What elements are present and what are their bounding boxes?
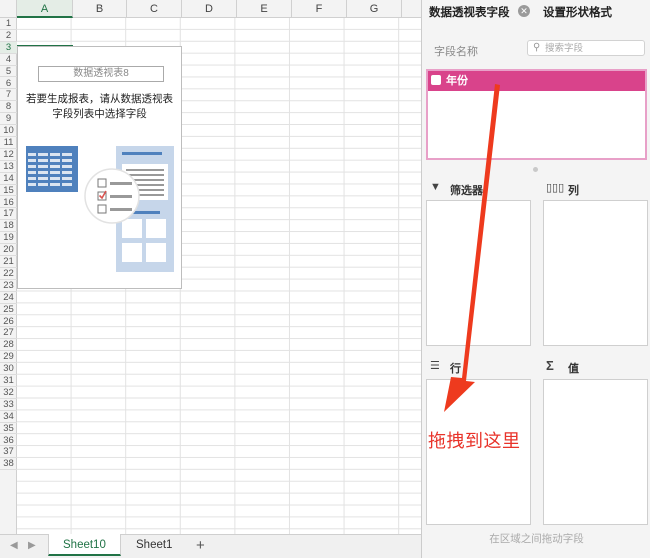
row-header-13[interactable]: 13: [0, 161, 17, 173]
field-checkbox[interactable]: [431, 75, 441, 85]
select-all-corner[interactable]: [0, 0, 17, 18]
row-header-34[interactable]: 34: [0, 411, 17, 423]
add-sheet-button[interactable]: +: [196, 536, 205, 556]
scroll-tabs-left-icon[interactable]: ◀: [10, 540, 18, 551]
column-header-e[interactable]: E: [237, 0, 292, 18]
field-list[interactable]: 年份: [426, 69, 647, 160]
pivot-table-placeholder[interactable]: 数据透视表8 若要生成报表，请从数据透视表字段列表中选择字段: [17, 46, 182, 289]
columns-icon: ▯▯▯: [546, 182, 565, 194]
row-header-15[interactable]: 15: [0, 185, 17, 197]
field-item-year[interactable]: 年份: [428, 71, 645, 91]
columns-drop-area[interactable]: [543, 200, 648, 346]
row-header-12[interactable]: 12: [0, 149, 17, 161]
rows-area-label: 行: [450, 363, 461, 375]
sheet-tab-sheet1[interactable]: Sheet1: [122, 534, 186, 556]
spreadsheet[interactable]: A B C D E F G 1 2 3 4 5 6 7 8 9 10 11 12 13 14 15 16 17 1…: [0, 0, 421, 558]
filter-icon: ▼: [430, 181, 441, 193]
row-header-20[interactable]: 20: [0, 244, 17, 256]
tab-format-shape[interactable]: 设置形状格式: [543, 4, 612, 20]
pivot-illustration-icon: [26, 146, 174, 272]
row-header-29[interactable]: 29: [0, 351, 17, 364]
row-header-38[interactable]: 38: [0, 458, 17, 471]
row-header-6[interactable]: 6: [0, 78, 17, 90]
pivot-table-name: 数据透视表8: [38, 66, 164, 82]
row-header-24[interactable]: 24: [0, 292, 17, 304]
values-drop-area[interactable]: [543, 379, 648, 525]
row-header-bar: 1 2 3 4 5 6 7 8 9 10 11 12 13 14 15 16 17 18 19 20 21 22 23 24 2…: [0, 18, 17, 534]
row-header-16[interactable]: 16: [0, 197, 17, 209]
filters-drop-area[interactable]: [426, 200, 531, 346]
tab-pivot-fields[interactable]: 数据透视表字段: [429, 4, 510, 20]
row-header-7[interactable]: 7: [0, 89, 17, 102]
column-header-bar: A B C D E F G: [17, 0, 421, 18]
columns-area-label: 列: [568, 185, 579, 197]
row-header-26[interactable]: 26: [0, 316, 17, 328]
row-header-30[interactable]: 30: [0, 363, 17, 375]
search-icon: ⚲: [533, 42, 541, 53]
search-input[interactable]: [545, 42, 640, 54]
row-header-14[interactable]: 14: [0, 173, 17, 185]
field-name-label: 字段名称: [434, 46, 478, 58]
panel-footer-hint: 在区域之间拖动字段: [489, 533, 584, 545]
column-header-a[interactable]: A: [17, 0, 73, 18]
row-header-19[interactable]: 19: [0, 232, 17, 245]
close-icon[interactable]: ✕: [518, 5, 530, 17]
row-header-18[interactable]: 18: [0, 220, 17, 233]
annotation-text: 拖拽到这里: [428, 431, 521, 452]
row-header-27[interactable]: 27: [0, 327, 17, 340]
row-header-9[interactable]: 9: [0, 113, 17, 126]
search-box[interactable]: ⚲: [527, 40, 645, 56]
sheet-tab-bar: ◀ ▶ Sheet10 Sheet1 +: [0, 534, 421, 558]
column-header-f[interactable]: F: [292, 0, 347, 18]
row-header-21[interactable]: 21: [0, 256, 17, 268]
row-header-37[interactable]: 37: [0, 446, 17, 459]
filters-area-label: 筛选器: [450, 185, 483, 197]
sum-icon: Σ: [546, 358, 554, 373]
row-header-4[interactable]: 4: [0, 54, 17, 66]
scroll-tabs-right-icon[interactable]: ▶: [28, 540, 36, 551]
row-header-17[interactable]: 17: [0, 208, 17, 221]
pivot-fields-panel: 数据透视表字段 ✕ 设置形状格式 字段名称 ⚲ 年份 ▼ 筛选器 ▯▯▯ 列 ☰…: [421, 0, 650, 558]
column-header-b[interactable]: B: [73, 0, 127, 18]
column-header-g[interactable]: G: [347, 0, 402, 18]
row-header-35[interactable]: 35: [0, 423, 17, 435]
splitter-handle[interactable]: [533, 167, 538, 172]
row-header-11[interactable]: 11: [0, 137, 17, 149]
row-header-3[interactable]: 3: [0, 41, 17, 54]
row-header-33[interactable]: 33: [0, 399, 17, 411]
column-header-c[interactable]: C: [127, 0, 182, 18]
row-header-28[interactable]: 28: [0, 339, 17, 352]
field-item-label: 年份: [446, 75, 468, 87]
values-area-label: 值: [568, 363, 579, 375]
sheet-tab-sheet10[interactable]: Sheet10: [48, 534, 121, 556]
row-header-31[interactable]: 31: [0, 375, 17, 387]
row-header-8[interactable]: 8: [0, 101, 17, 114]
row-header-32[interactable]: 32: [0, 387, 17, 399]
row-header-2[interactable]: 2: [0, 30, 17, 42]
row-header-25[interactable]: 25: [0, 304, 17, 316]
pivot-table-hint: 若要生成报表，请从数据透视表字段列表中选择字段: [26, 93, 173, 120]
rows-icon: ☰: [430, 360, 440, 372]
row-header-10[interactable]: 10: [0, 125, 17, 137]
row-header-36[interactable]: 36: [0, 435, 17, 447]
column-header-d[interactable]: D: [182, 0, 237, 18]
panel-tab-bar: 数据透视表字段 ✕ 设置形状格式: [422, 0, 650, 22]
row-header-22[interactable]: 22: [0, 268, 17, 280]
row-header-23[interactable]: 23: [0, 280, 17, 292]
row-header-1[interactable]: 1: [0, 18, 17, 30]
row-header-5[interactable]: 5: [0, 66, 17, 78]
